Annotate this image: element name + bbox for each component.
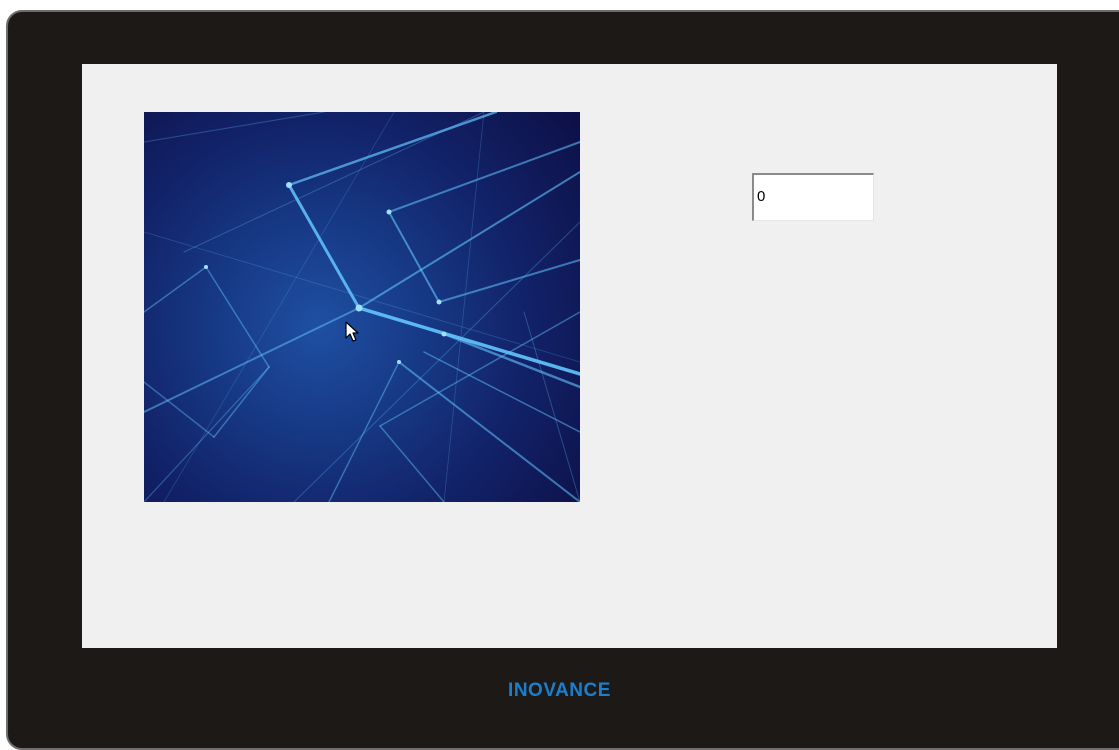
hmi-screen: 0 [82,64,1057,648]
inovance-logo: INOVANCE [508,680,611,701]
numeric-input-field[interactable]: 0 [752,173,874,221]
image-widget [144,112,580,502]
arrow-pointer-icon [345,321,359,342]
wireframe-graphic [144,112,580,502]
